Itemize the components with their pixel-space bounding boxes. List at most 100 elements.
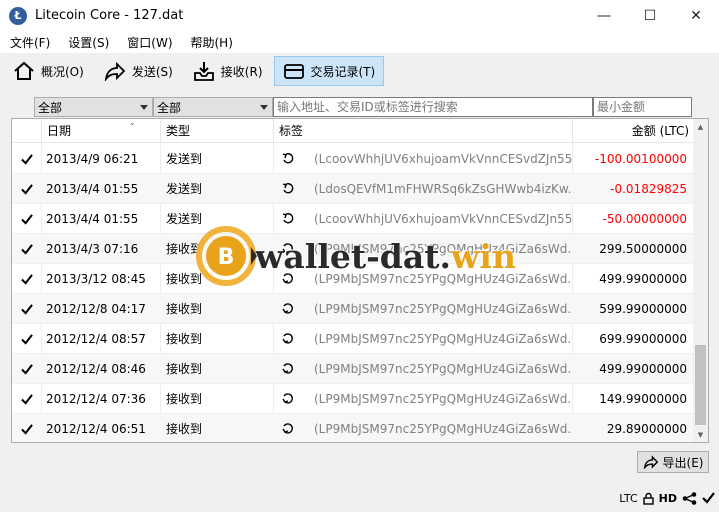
confirmed-check-icon: [12, 324, 41, 354]
table-row[interactable]: 2013/4/3 07:16 接收到 (LP9MbJSM97nc25YPgQMgHU…: [12, 234, 694, 264]
menu-settings[interactable]: 设置(S): [58, 34, 117, 51]
title-bar: Ł Litecoin Core - 127.dat — ☐ ✕: [0, 0, 719, 31]
menu-help[interactable]: 帮助(H): [181, 34, 241, 51]
confirmed-check-icon: [12, 204, 41, 234]
synced-check-icon: [702, 492, 715, 504]
filter-row: 全部 全部: [34, 97, 692, 117]
table-header: ⌄ 日期 类型 标签 金额 (LTC): [12, 119, 694, 143]
row-type: 接收到: [166, 422, 203, 436]
row-label: (LcoovWhhjUV6xhujoamVkVnnCESvdZJn55): [274, 204, 572, 234]
received-tx-icon: [282, 333, 304, 345]
row-amount: 499.99000000: [599, 272, 687, 286]
maximize-button[interactable]: ☐: [627, 0, 673, 31]
table-row[interactable]: 2012/12/4 08:46 接收到 (LP9MbJSM97nc25YPgQMgH…: [12, 354, 694, 384]
hd-badge: HD: [658, 491, 677, 505]
received-tx-icon: [282, 303, 304, 315]
row-amount: 699.99000000: [599, 332, 687, 346]
window-controls: — ☐ ✕: [581, 0, 719, 31]
row-type: 发送到: [166, 212, 203, 226]
export-button[interactable]: 导出(E): [637, 451, 709, 473]
row-amount: 599.99000000: [599, 302, 687, 316]
confirmed-check-icon: [12, 144, 41, 174]
row-type: 接收到: [166, 332, 203, 346]
unit-selector[interactable]: LTC: [619, 492, 637, 505]
type-filter-value: 全部: [157, 100, 182, 115]
header-label[interactable]: 标签: [274, 119, 573, 143]
transactions-table: ⌄ 日期 类型 标签 金额 (LTC) 2013/4/9 06:21 发送到 (Lc…: [11, 118, 709, 443]
litecoin-logo-icon: Ł: [9, 6, 27, 25]
header-status[interactable]: [12, 119, 42, 143]
row-label-text: (LP9MbJSM97nc25YPgQMgHUz4GiZa6sWd...: [314, 272, 572, 286]
card-icon: [283, 64, 304, 79]
table-row[interactable]: 2013/4/4 01:55 发送到 (LdosQEVfM1mFHWRSq6kZsG…: [12, 174, 694, 204]
header-date[interactable]: ⌄ 日期: [42, 119, 161, 143]
menu-window[interactable]: 窗口(W): [117, 34, 180, 51]
header-type[interactable]: 类型: [161, 119, 274, 143]
receive-inbox-icon: [193, 62, 214, 81]
table-row[interactable]: 2013/4/9 06:21 发送到 (LcoovWhhjUV6xhujoamVkV…: [12, 144, 694, 174]
row-date: 2012/12/8 04:17: [46, 302, 146, 316]
type-filter-select[interactable]: 全部: [153, 97, 273, 117]
tab-receive[interactable]: 接收(R): [184, 56, 272, 86]
header-amount[interactable]: 金额 (LTC): [573, 119, 694, 143]
row-label-text: (LdosQEVfM1mFHWRSq6kZsGHWwb4izKw...: [314, 182, 572, 196]
confirmed-check-icon: [12, 234, 41, 264]
window-title: Litecoin Core - 127.dat: [35, 8, 184, 23]
table-body: 2013/4/9 06:21 发送到 (LcoovWhhjUV6xhujoamVkV…: [12, 144, 694, 442]
send-arrow-icon: [104, 61, 126, 81]
network-icon: [682, 491, 697, 505]
row-amount: 149.99000000: [599, 392, 687, 406]
app-window: Ł Litecoin Core - 127.dat — ☐ ✕ 文件(F) 设置…: [0, 0, 719, 512]
row-type: 接收到: [166, 272, 203, 286]
table-row[interactable]: 2013/3/12 08:45 接收到 (LP9MbJSM97nc25YPgQMgH…: [12, 264, 694, 294]
tab-overview-label: 概况(O): [41, 64, 84, 79]
sent-tx-icon: [282, 213, 304, 225]
menu-file[interactable]: 文件(F): [0, 34, 58, 51]
row-type: 发送到: [166, 152, 203, 166]
table-row[interactable]: 2013/4/4 01:55 发送到 (LcoovWhhjUV6xhujoamVkV…: [12, 204, 694, 234]
row-label-text: (LP9MbJSM97nc25YPgQMgHUz4GiZa6sWd...: [314, 332, 572, 346]
table-row[interactable]: 2012/12/4 07:36 接收到 (LP9MbJSM97nc25YPgQMgH…: [12, 384, 694, 414]
row-date: 2013/3/12 08:45: [46, 272, 146, 286]
date-filter-select[interactable]: 全部: [34, 97, 153, 117]
export-arrow-icon: [643, 455, 658, 469]
header-date-label: 日期: [47, 124, 72, 138]
sent-tx-icon: [282, 183, 304, 195]
header-amount-label: 金额 (LTC): [631, 124, 689, 138]
received-tx-icon: [282, 273, 304, 285]
export-button-label: 导出(E): [662, 455, 704, 470]
row-label-text: (LcoovWhhjUV6xhujoamVkVnnCESvdZJn55): [314, 212, 572, 226]
confirmed-check-icon: [12, 174, 41, 204]
minimize-button[interactable]: —: [581, 0, 627, 31]
min-amount-input[interactable]: [593, 97, 692, 117]
confirmed-check-icon: [12, 354, 41, 384]
date-filter-value: 全部: [38, 100, 63, 115]
search-input[interactable]: [273, 97, 593, 117]
row-label-text: (LP9MbJSM97nc25YPgQMgHUz4GiZa6sWd...: [314, 392, 572, 406]
vertical-scrollbar[interactable]: ▲ ▼: [693, 119, 708, 442]
row-label: (LP9MbJSM97nc25YPgQMgHUz4GiZa6sWd...: [274, 294, 572, 324]
tab-send[interactable]: 发送(S): [95, 56, 182, 86]
row-label: (LcoovWhhjUV6xhujoamVkVnnCESvdZJn55): [274, 144, 572, 174]
chevron-down-icon: [140, 105, 148, 110]
scroll-down-icon[interactable]: ▼: [693, 427, 708, 442]
scrollbar-thumb[interactable]: [695, 345, 706, 425]
row-type: 接收到: [166, 302, 203, 316]
row-type: 发送到: [166, 182, 203, 196]
tab-receive-label: 接收(R): [220, 64, 263, 79]
tab-transactions-label: 交易记录(T): [310, 64, 376, 79]
scroll-up-icon[interactable]: ▲: [693, 119, 708, 134]
row-label-text: (LP9MbJSM97nc25YPgQMgHUz4GiZa6sWd...: [314, 242, 572, 256]
close-button[interactable]: ✕: [673, 0, 719, 31]
tab-overview[interactable]: 概况(O): [4, 56, 93, 86]
sort-descending-icon: ⌄: [129, 118, 136, 127]
table-row[interactable]: 2012/12/4 06:51 接收到 (LP9MbJSM97nc25YPgQMgH…: [12, 414, 694, 442]
table-row[interactable]: 2012/12/4 08:57 接收到 (LP9MbJSM97nc25YPgQMgH…: [12, 324, 694, 354]
row-date: 2013/4/4 01:55: [46, 212, 139, 226]
row-amount: -0.01829825: [610, 182, 687, 196]
table-row[interactable]: 2012/12/8 04:17 接收到 (LP9MbJSM97nc25YPgQMgH…: [12, 294, 694, 324]
confirmed-check-icon: [12, 264, 41, 294]
row-amount: -50.00000000: [602, 212, 688, 226]
confirmed-check-icon: [12, 384, 41, 414]
tab-transactions[interactable]: 交易记录(T): [273, 56, 385, 86]
